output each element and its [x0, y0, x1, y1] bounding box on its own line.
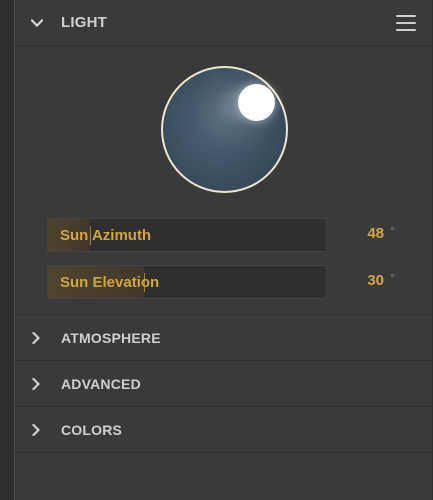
sun-handle[interactable] — [238, 84, 275, 121]
atmosphere-section-title: ATMOSPHERE — [61, 329, 161, 346]
sun-elevation-row: Sun Elevation 30 ° — [47, 265, 407, 301]
advanced-section-header[interactable]: ADVANCED — [15, 361, 432, 407]
chevron-down-icon — [27, 18, 47, 27]
light-settings-panel: LIGHT Sun Azimuth 48 ° Sun Elevation 30 — [14, 0, 432, 500]
advanced-section-title: ADVANCED — [61, 375, 141, 392]
sun-direction-dial[interactable] — [161, 66, 288, 193]
sun-azimuth-field[interactable]: Sun Azimuth — [47, 218, 327, 252]
light-section-header[interactable]: LIGHT — [15, 0, 432, 46]
chevron-right-icon — [31, 377, 41, 390]
hamburger-menu-icon[interactable] — [396, 15, 416, 31]
sun-elevation-unit: ° — [390, 271, 395, 285]
sun-elevation-field[interactable]: Sun Elevation — [47, 265, 327, 299]
sun-azimuth-unit: ° — [390, 224, 395, 238]
sun-elevation-value[interactable]: 30 — [366, 272, 384, 289]
atmosphere-section-header[interactable]: ATMOSPHERE — [15, 315, 432, 361]
colors-section-header[interactable]: COLORS — [15, 407, 432, 453]
colors-section-title: COLORS — [61, 421, 123, 438]
light-section-title: LIGHT — [61, 14, 107, 31]
chevron-right-icon — [31, 331, 41, 344]
light-section-content: Sun Azimuth 48 ° Sun Elevation 30 ° — [15, 46, 432, 315]
chevron-right-icon — [31, 423, 41, 436]
sun-azimuth-value[interactable]: 48 — [366, 225, 384, 242]
sun-elevation-label: Sun Elevation — [60, 274, 160, 291]
sun-azimuth-row: Sun Azimuth 48 ° — [47, 218, 407, 254]
sun-azimuth-label: Sun Azimuth — [60, 227, 152, 244]
